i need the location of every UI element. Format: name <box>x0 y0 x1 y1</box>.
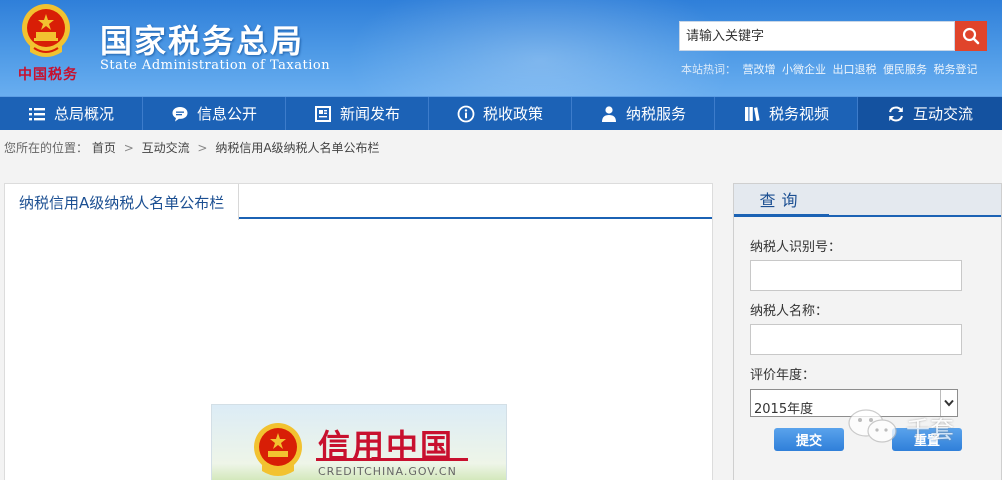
refresh-arrows-icon <box>889 105 903 122</box>
panel-tab-bar: 纳税信用A级纳税人名单公布栏 <box>5 184 712 220</box>
hot-word-link[interactable]: 便民服务 <box>883 63 927 76</box>
nav-item-taxpayer-service[interactable]: 纳税服务 <box>572 97 715 130</box>
credit-china-banner[interactable]: 信用中国 CREDITCHINA.GOV.CN <box>211 404 507 480</box>
info-icon <box>457 105 475 122</box>
hot-word-link[interactable]: 营改增 <box>743 63 776 76</box>
evaluation-year-value: 2015年度 <box>754 402 814 417</box>
national-emblem-icon <box>22 4 70 57</box>
nav-label: 互动交流 <box>912 105 973 123</box>
watermark-text: 千套 <box>906 416 954 444</box>
nav-item-tax-policy[interactable]: 税收政策 <box>429 97 572 130</box>
nav-label: 新闻发布 <box>339 105 400 123</box>
site-title[interactable]: 国家税务总局 <box>100 16 304 62</box>
evaluation-year-label: 评价年度： <box>750 368 816 383</box>
hot-word-link[interactable]: 出口退税 <box>833 63 877 76</box>
breadcrumb-link-home[interactable]: 首页 <box>92 141 116 155</box>
taxpayer-name-input[interactable] <box>750 324 962 355</box>
submit-button[interactable]: 提交 <box>774 428 844 451</box>
breadcrumb-link-interaction[interactable]: 互动交流 <box>142 141 190 155</box>
search-input[interactable] <box>680 22 954 50</box>
breadcrumb-prefix: 您所在的位置： <box>4 141 89 155</box>
nav-item-tax-video[interactable]: 税务视频 <box>715 97 858 130</box>
search-button[interactable] <box>955 21 987 51</box>
hot-words: 本站热词： 营改增 小微企业 出口退税 便民服务 税务登记 <box>681 61 981 77</box>
taxpayer-id-label: 纳税人识别号： <box>750 240 842 255</box>
emblem-caption: 中国税务 <box>18 67 78 83</box>
hot-word-link[interactable]: 小微企业 <box>782 63 826 76</box>
nav-label: 税务视频 <box>768 105 829 123</box>
tab-a-level-taxpayer-list[interactable]: 纳税信用A级纳税人名单公布栏 <box>5 184 240 220</box>
credit-china-divider <box>316 458 468 461</box>
query-header: 查询 <box>734 184 1001 217</box>
site-subtitle: State Administration of Taxation <box>100 58 331 73</box>
nav-label: 纳税服务 <box>625 105 686 123</box>
nav-item-info-disclosure[interactable]: 信息公开 <box>143 97 286 130</box>
breadcrumb-link-current[interactable]: 纳税信用A级纳税人名单公布栏 <box>215 141 379 155</box>
nav-item-news[interactable]: 新闻发布 <box>286 97 429 130</box>
nav-item-interaction[interactable]: 互动交流 <box>858 97 1002 130</box>
hot-words-label: 本站热词： <box>681 63 736 76</box>
search-icon <box>962 27 980 45</box>
newspaper-icon <box>314 105 331 122</box>
hot-word-link[interactable]: 税务登记 <box>934 63 978 76</box>
nav-label: 总局概况 <box>53 105 114 123</box>
credit-china-url: CREDITCHINA.GOV.CN <box>318 465 457 478</box>
query-title: 查询 <box>734 184 829 217</box>
main-content-panel: 纳税信用A级纳税人名单公布栏 信用中国 CREDITCHINA.GOV.CN <box>4 183 713 480</box>
nav-label: 税收政策 <box>482 105 543 123</box>
search-box <box>679 21 955 51</box>
breadcrumb: 您所在的位置： 首页 > 互动交流 > 纳税信用A级纳税人名单公布栏 <box>4 139 380 156</box>
wechat-watermark: 千套 <box>846 406 966 450</box>
breadcrumb-separator: > <box>123 141 134 155</box>
person-icon <box>601 105 616 122</box>
main-nav: 总局概况 信息公开 新闻发布 税收政策 纳税服务 税务视频 互动交流 <box>0 96 1002 130</box>
breadcrumb-separator: > <box>197 141 208 155</box>
national-emblem-icon <box>254 423 302 476</box>
site-header: 中国税务 国家税务总局 State Administration of Taxa… <box>0 0 1002 96</box>
taxpayer-id-input[interactable] <box>750 260 962 291</box>
nav-label: 信息公开 <box>196 105 257 123</box>
taxpayer-name-label: 纳税人名称： <box>750 304 829 319</box>
wechat-icon <box>848 409 897 443</box>
book-icon <box>744 106 760 121</box>
nav-item-overview[interactable]: 总局概况 <box>0 97 143 130</box>
menu-icon <box>28 107 45 120</box>
chat-bubble-icon <box>172 106 188 121</box>
